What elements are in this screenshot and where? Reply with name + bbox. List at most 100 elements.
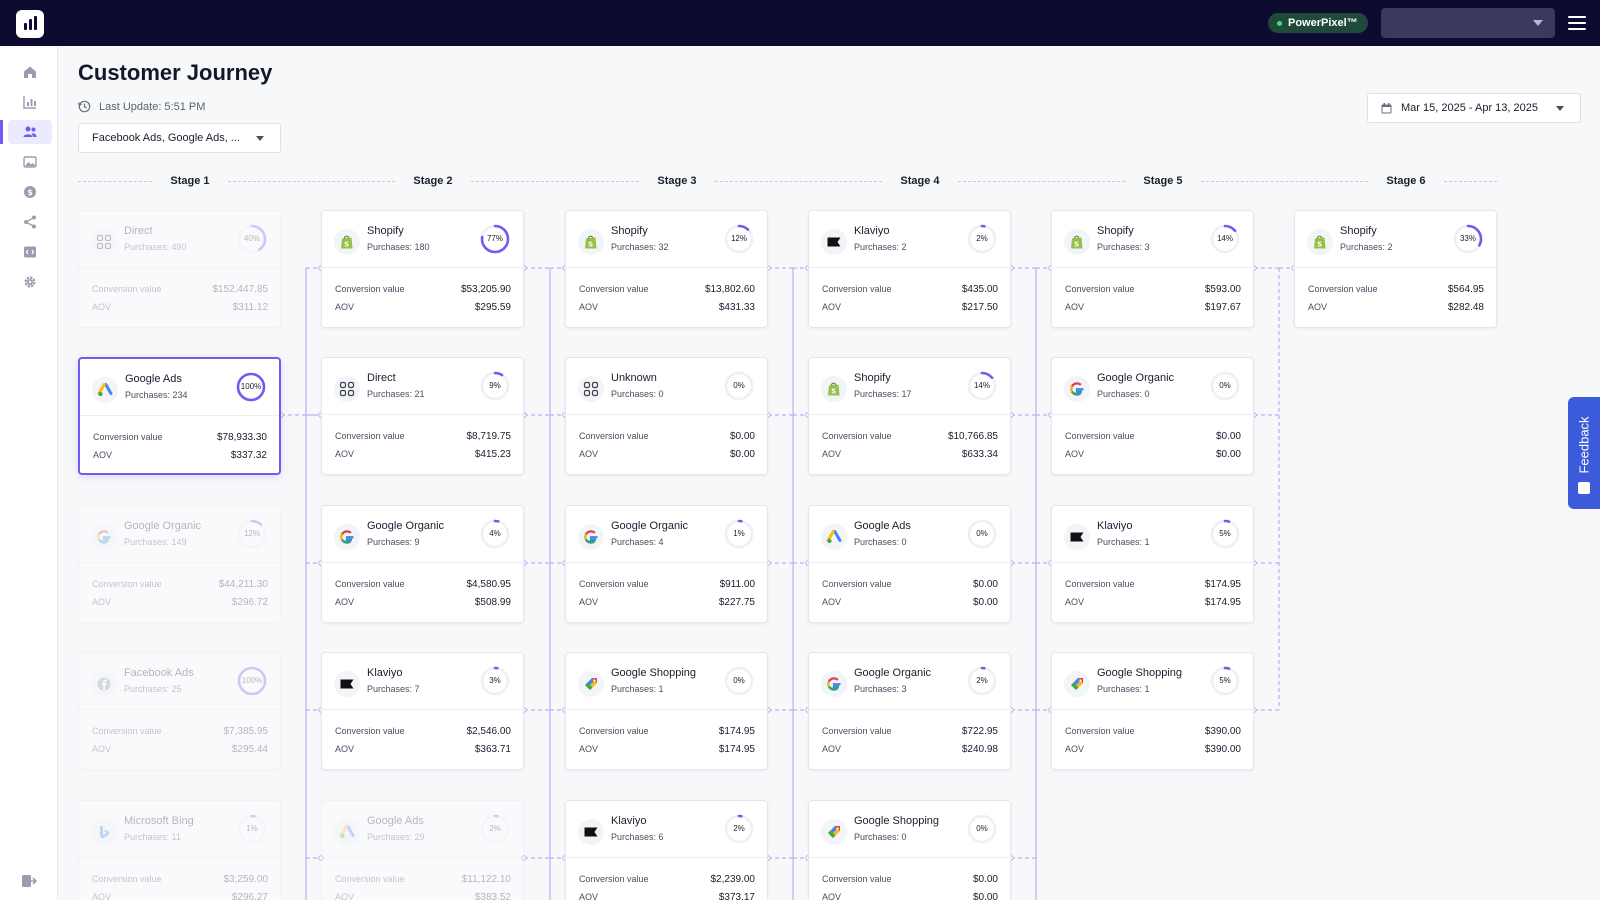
journey-card[interactable]: Direct Purchases: 21 9% Conversion value $8,… bbox=[321, 357, 524, 475]
journey-card[interactable]: Klaviyo Purchases: 2 2% Conversion value $43… bbox=[808, 210, 1011, 328]
channel-name: Google Ads bbox=[854, 520, 911, 532]
sidebar-item-home[interactable] bbox=[8, 60, 52, 84]
stage-label: Stage 6 bbox=[1386, 175, 1426, 187]
channel-icon-wrap bbox=[334, 819, 360, 845]
conversion-value-row: Conversion value $44,211.30 bbox=[92, 579, 268, 590]
journey-card[interactable]: Facebook Ads Purchases: 25 100% Conversion … bbox=[78, 652, 281, 770]
menu-icon[interactable] bbox=[1568, 16, 1586, 30]
aov-row: AOV $174.95 bbox=[1065, 597, 1241, 608]
journey-card[interactable]: Google Ads Purchases: 0 0% Conversion value… bbox=[808, 505, 1011, 623]
conversion-value-label: Conversion value bbox=[822, 874, 892, 884]
journey-card[interactable]: S Shopify Purchases: 2 33% Conversion value $… bbox=[1294, 210, 1497, 328]
aov-label: AOV bbox=[822, 302, 842, 312]
channel-name: Google Ads bbox=[367, 815, 424, 827]
journey-card[interactable]: S Shopify Purchases: 17 14% Conversion value… bbox=[808, 357, 1011, 475]
journey-card[interactable]: Google Shopping Purchases: 1 5% Conversion … bbox=[1051, 652, 1254, 770]
purchases-count: Purchases: 234 bbox=[125, 390, 188, 400]
brand-badge: PowerPixel™ bbox=[1268, 13, 1368, 33]
feedback-icon bbox=[1578, 482, 1590, 494]
journey-card[interactable]: S Shopify Purchases: 32 12% Conversion value… bbox=[565, 210, 768, 328]
journey-card[interactable]: Google Shopping Purchases: 1 0% Conversion … bbox=[565, 652, 768, 770]
journey-card[interactable]: Google Ads Purchases: 234 100% Conversion v… bbox=[78, 357, 281, 475]
stage-label: Stage 3 bbox=[657, 175, 697, 187]
conversion-value-label: Conversion value bbox=[335, 579, 405, 589]
aov-row: AOV $295.59 bbox=[335, 302, 511, 313]
sidebar-item-settings[interactable] bbox=[8, 270, 52, 294]
stage-divider-line bbox=[958, 181, 1125, 182]
sidebar-item-customer-journey[interactable] bbox=[0, 120, 52, 144]
journey-card[interactable]: Direct Purchases: 490 40% Conversion value $… bbox=[78, 210, 281, 328]
conversion-value: $593.00 bbox=[1204, 284, 1241, 295]
card-divider bbox=[566, 709, 767, 710]
card-divider bbox=[79, 562, 280, 563]
journey-card[interactable]: Microsoft Bing Purchases: 11 1% Conversion … bbox=[78, 800, 281, 900]
share-progress-ring: 77% bbox=[479, 223, 511, 255]
channel-name: Google Shopping bbox=[611, 667, 697, 679]
conversion-value-label: Conversion value bbox=[579, 726, 649, 736]
journey-card[interactable]: Klaviyo Purchases: 6 2% Conversion value $2,… bbox=[565, 800, 768, 900]
share-percent: 2% bbox=[976, 234, 988, 243]
app-logo-icon[interactable] bbox=[16, 10, 44, 38]
journey-card[interactable]: Google Organic Purchases: 149 12% Conversio… bbox=[78, 505, 281, 623]
journey-card[interactable]: Google Shopping Purchases: 0 0% Conversion … bbox=[808, 800, 1011, 900]
journey-card[interactable]: Google Ads Purchases: 29 2% Conversion valu… bbox=[321, 800, 524, 900]
share-progress-ring: 2% bbox=[966, 223, 998, 255]
conversion-value-row: Conversion value $2,546.00 bbox=[335, 726, 511, 737]
sidebar-item-creatives[interactable] bbox=[8, 150, 52, 174]
source-filter-select[interactable]: Facebook Ads, Google Ads, ... bbox=[78, 123, 281, 153]
channel-icon-wrap bbox=[334, 671, 360, 697]
stage-label: Stage 1 bbox=[170, 175, 210, 187]
journey-card[interactable]: Google Organic Purchases: 3 2% Conversion v… bbox=[808, 652, 1011, 770]
journey-card[interactable]: Unknown Purchases: 0 0% Conversion value $0.… bbox=[565, 357, 768, 475]
conversion-value: $0.00 bbox=[972, 579, 998, 590]
aov-value: $295.44 bbox=[231, 744, 268, 755]
journey-card[interactable]: Klaviyo Purchases: 7 3% Conversion value $2,… bbox=[321, 652, 524, 770]
history-icon bbox=[78, 100, 91, 113]
card-divider bbox=[1295, 267, 1496, 268]
aov-value: $431.33 bbox=[718, 302, 755, 313]
sidebar-item-code[interactable] bbox=[8, 240, 52, 264]
feedback-tab[interactable]: Feedback bbox=[1568, 397, 1600, 509]
channel-name: Unknown bbox=[611, 372, 657, 384]
share-percent: 5% bbox=[1219, 529, 1231, 538]
stage-divider-line bbox=[715, 181, 882, 182]
journey-card[interactable]: Klaviyo Purchases: 1 5% Conversion value $17… bbox=[1051, 505, 1254, 623]
last-update-text: Last Update: 5:51 PM bbox=[99, 100, 206, 113]
journey-card[interactable]: S Shopify Purchases: 180 77% Conversion valu… bbox=[321, 210, 524, 328]
aov-row: AOV $227.75 bbox=[579, 597, 755, 608]
journey-card[interactable]: Google Organic Purchases: 0 0% Conversion v… bbox=[1051, 357, 1254, 475]
purchases-count: Purchases: 9 bbox=[367, 537, 420, 547]
aov-label: AOV bbox=[92, 744, 112, 754]
purchases-count: Purchases: 25 bbox=[124, 684, 182, 694]
conversion-value: $10,766.85 bbox=[947, 431, 998, 442]
aov-value: $508.99 bbox=[474, 597, 511, 608]
share-progress-ring: 0% bbox=[723, 370, 755, 402]
purchases-count: Purchases: 2 bbox=[1340, 242, 1393, 252]
aov-row: AOV $0.00 bbox=[579, 449, 755, 460]
chevron-down-icon bbox=[1556, 106, 1564, 111]
journey-card[interactable]: S Shopify Purchases: 3 14% Conversion value $… bbox=[1051, 210, 1254, 328]
purchases-count: Purchases: 1 bbox=[611, 684, 664, 694]
conversion-value-row: Conversion value $174.95 bbox=[1065, 579, 1241, 590]
channel-icon-wrap bbox=[92, 377, 118, 403]
journey-card[interactable]: Google Organic Purchases: 9 4% Conversion v… bbox=[321, 505, 524, 623]
share-percent: 0% bbox=[976, 824, 988, 833]
last-update: Last Update: 5:51 PM bbox=[78, 100, 205, 113]
share-percent: 12% bbox=[730, 234, 747, 243]
conversion-value: $390.00 bbox=[1204, 726, 1241, 737]
logout-icon[interactable] bbox=[21, 873, 37, 889]
aov-label: AOV bbox=[579, 302, 599, 312]
sidebar-item-revenue[interactable]: $ bbox=[8, 180, 52, 204]
sidebar-item-share[interactable] bbox=[8, 210, 52, 234]
sidebar-item-analytics[interactable] bbox=[8, 90, 52, 114]
channel-name: Shopify bbox=[1097, 225, 1134, 237]
aov-label: AOV bbox=[1308, 302, 1328, 312]
card-divider bbox=[80, 415, 279, 416]
channel-icon-wrap bbox=[1064, 524, 1090, 550]
conversion-value-row: Conversion value $53,205.90 bbox=[335, 284, 511, 295]
journey-card[interactable]: Google Organic Purchases: 4 1% Conversion v… bbox=[565, 505, 768, 623]
date-range-picker[interactable]: Mar 15, 2025 - Apr 13, 2025 bbox=[1367, 93, 1581, 123]
analytics-icon bbox=[23, 96, 36, 109]
account-select[interactable] bbox=[1381, 8, 1555, 38]
conversion-value-row: Conversion value $7,385.95 bbox=[92, 726, 268, 737]
